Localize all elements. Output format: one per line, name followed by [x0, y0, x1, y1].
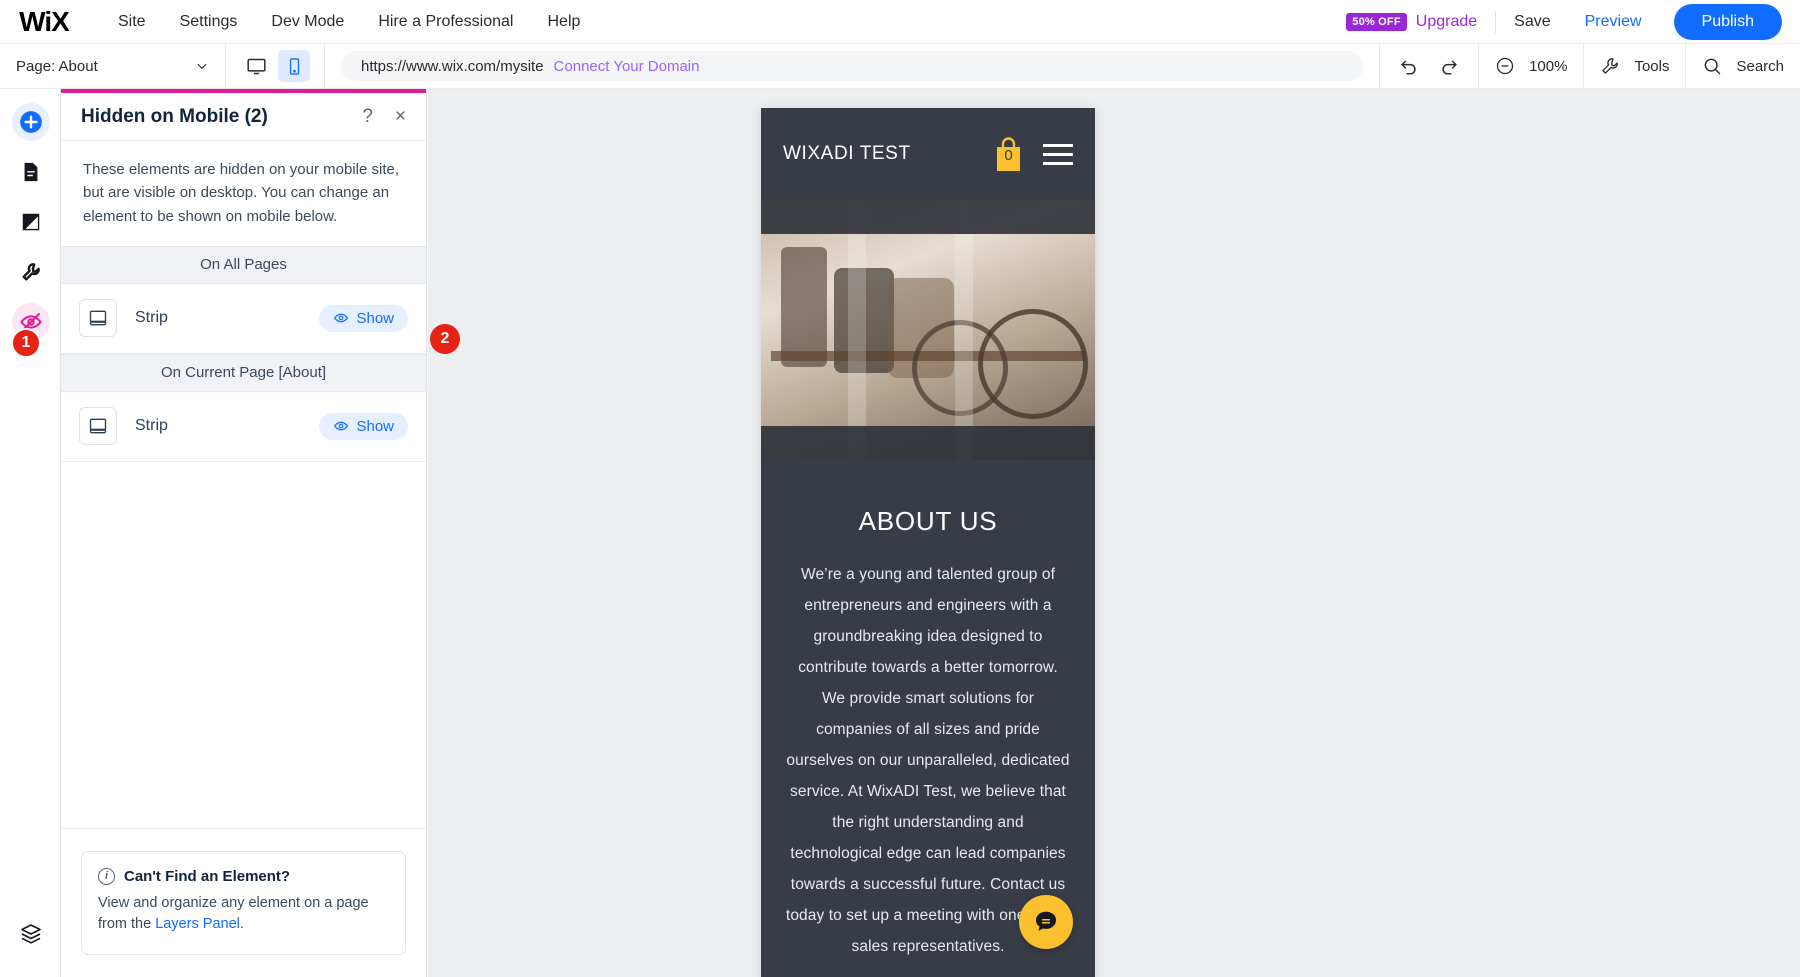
show-element-button[interactable]: Show: [319, 304, 408, 332]
search-label: Search: [1736, 57, 1784, 75]
page-selector[interactable]: Page: About: [0, 43, 226, 89]
panel-header: Hidden on Mobile (2) ? ×: [61, 93, 426, 141]
group-header-on-current-page: On Current Page [About]: [61, 353, 426, 392]
tools-label: Tools: [1634, 57, 1670, 75]
cart-icon[interactable]: 0: [992, 136, 1025, 173]
history-controls: [1379, 43, 1478, 89]
show-element-label: Show: [356, 417, 394, 435]
info-card-body: View and organize any element on a page …: [98, 893, 389, 937]
desktop-view-button[interactable]: [240, 50, 272, 82]
rail-item-design[interactable]: [0, 197, 61, 247]
zoom-out-icon[interactable]: [1495, 56, 1515, 76]
menu-item-dev-mode[interactable]: Dev Mode: [254, 0, 361, 44]
site-logo[interactable]: WIXADI TEST: [783, 143, 911, 165]
zoom-level-label: 100%: [1529, 57, 1568, 75]
tools-menu[interactable]: Tools: [1583, 43, 1685, 89]
info-icon: i: [98, 867, 115, 885]
editor-toolbar: Page: About https://www.wix.com/mysite C…: [0, 43, 1800, 89]
mobile-preview-frame[interactable]: WIXADI TEST 0 ABOUT US We’re a young and…: [761, 108, 1095, 977]
divider: [1495, 10, 1497, 33]
connect-domain-link[interactable]: Connect Your Domain: [554, 58, 700, 75]
cart-count: 0: [1004, 146, 1013, 164]
layers-panel-link[interactable]: Layers Panel: [155, 916, 240, 932]
site-url-text: https://www.wix.com/mysite: [361, 57, 544, 75]
top-toolbar-actions: 50% OFF Upgrade Save Preview Publish: [1346, 0, 1800, 44]
hidden-on-mobile-panel: Hidden on Mobile (2) ? × These elements …: [61, 89, 427, 977]
left-rail: 1: [0, 89, 61, 977]
rail-item-add-elements[interactable]: [0, 97, 61, 147]
strip-icon: [79, 407, 117, 446]
viewport-toggle: [226, 43, 325, 89]
panel-header-actions: ? ×: [362, 107, 406, 126]
design-icon: [12, 203, 50, 241]
wix-logo[interactable]: WiX: [13, 6, 75, 37]
cant-find-element-card: i Can't Find an Element? View and organi…: [81, 850, 406, 955]
preview-button[interactable]: Preview: [1585, 13, 1642, 31]
wrench-icon: [12, 253, 50, 291]
undo-icon: [1401, 60, 1416, 75]
search-control[interactable]: Search: [1685, 43, 1800, 89]
save-button[interactable]: Save: [1514, 13, 1550, 31]
rail-item-hidden-elements[interactable]: 1: [0, 297, 61, 358]
info-card-title: Can't Find an Element?: [124, 867, 291, 885]
pages-icon: [12, 153, 50, 191]
search-icon: [1705, 58, 1721, 75]
about-title: ABOUT US: [858, 506, 998, 536]
chat-bubble-icon[interactable]: [1019, 895, 1073, 949]
site-url-bar[interactable]: https://www.wix.com/mysite Connect Your …: [341, 51, 1364, 81]
promo-badge: 50% OFF: [1346, 12, 1407, 31]
layers-icon: [12, 915, 50, 953]
upgrade-link[interactable]: Upgrade: [1416, 13, 1477, 31]
desktop-icon: [246, 58, 266, 74]
hidden-elements-step-badge: 1: [11, 328, 41, 358]
strip-icon: [79, 299, 117, 338]
main-menu: Site Settings Dev Mode Hire a Profession…: [101, 0, 597, 44]
rail-item-pages[interactable]: [0, 147, 61, 197]
hidden-element-name: Strip: [135, 417, 168, 435]
rail-item-tools[interactable]: [0, 247, 61, 297]
eye-icon: [334, 313, 349, 323]
editor-canvas[interactable]: WIXADI TEST 0 ABOUT US We’re a young and…: [428, 89, 1800, 977]
show-element-label: Show: [356, 309, 394, 327]
menu-item-help[interactable]: Help: [530, 0, 597, 44]
site-header-actions: 0: [992, 136, 1073, 173]
eye-icon: [334, 421, 349, 431]
panel-footer: i Can't Find an Element? View and organi…: [61, 828, 426, 977]
info-card-body-after: .: [239, 916, 244, 933]
show-element-button[interactable]: Show: [319, 412, 408, 440]
group-header-on-all-pages: On All Pages: [61, 245, 426, 284]
close-icon[interactable]: ×: [395, 107, 406, 126]
plus-icon: [11, 103, 50, 141]
publish-button[interactable]: Publish: [1673, 3, 1782, 40]
page-selector-label: Page: About: [16, 57, 98, 75]
rail-item-layers[interactable]: [0, 909, 61, 959]
panel-title: Hidden on Mobile (2): [81, 105, 268, 127]
panel-description: These elements are hidden on your mobile…: [83, 161, 400, 225]
panel-empty-space: [61, 461, 426, 829]
redo-button[interactable]: [1436, 53, 1462, 79]
hidden-element-row[interactable]: Strip Show: [61, 391, 426, 462]
site-url-container: https://www.wix.com/mysite Connect Your …: [325, 51, 1379, 81]
hidden-element-row[interactable]: Strip Show: [61, 283, 426, 354]
menu-item-hire-a-professional[interactable]: Hire a Professional: [361, 0, 530, 44]
info-card-title-row: i Can't Find an Element?: [98, 867, 389, 885]
menu-item-settings[interactable]: Settings: [163, 0, 255, 44]
chevron-down-icon: [197, 63, 207, 70]
redo-icon: [1442, 60, 1457, 75]
hidden-element-name: Strip: [135, 309, 168, 327]
site-header: WIXADI TEST 0: [761, 108, 1095, 200]
menu-item-site[interactable]: Site: [101, 0, 163, 44]
undo-button[interactable]: [1396, 53, 1422, 79]
wrench-icon: [1602, 58, 1619, 74]
help-icon[interactable]: ?: [362, 107, 373, 126]
hero-image[interactable]: [761, 200, 1095, 460]
show-button-step-badge: 2: [430, 324, 460, 354]
mobile-view-button[interactable]: [278, 50, 310, 82]
top-toolbar: WiX Site Settings Dev Mode Hire a Profes…: [0, 0, 1800, 44]
rail-bottom-group: [0, 909, 61, 959]
mobile-icon: [289, 57, 299, 75]
zoom-control[interactable]: 100%: [1478, 43, 1583, 89]
hamburger-icon[interactable]: [1043, 143, 1073, 165]
